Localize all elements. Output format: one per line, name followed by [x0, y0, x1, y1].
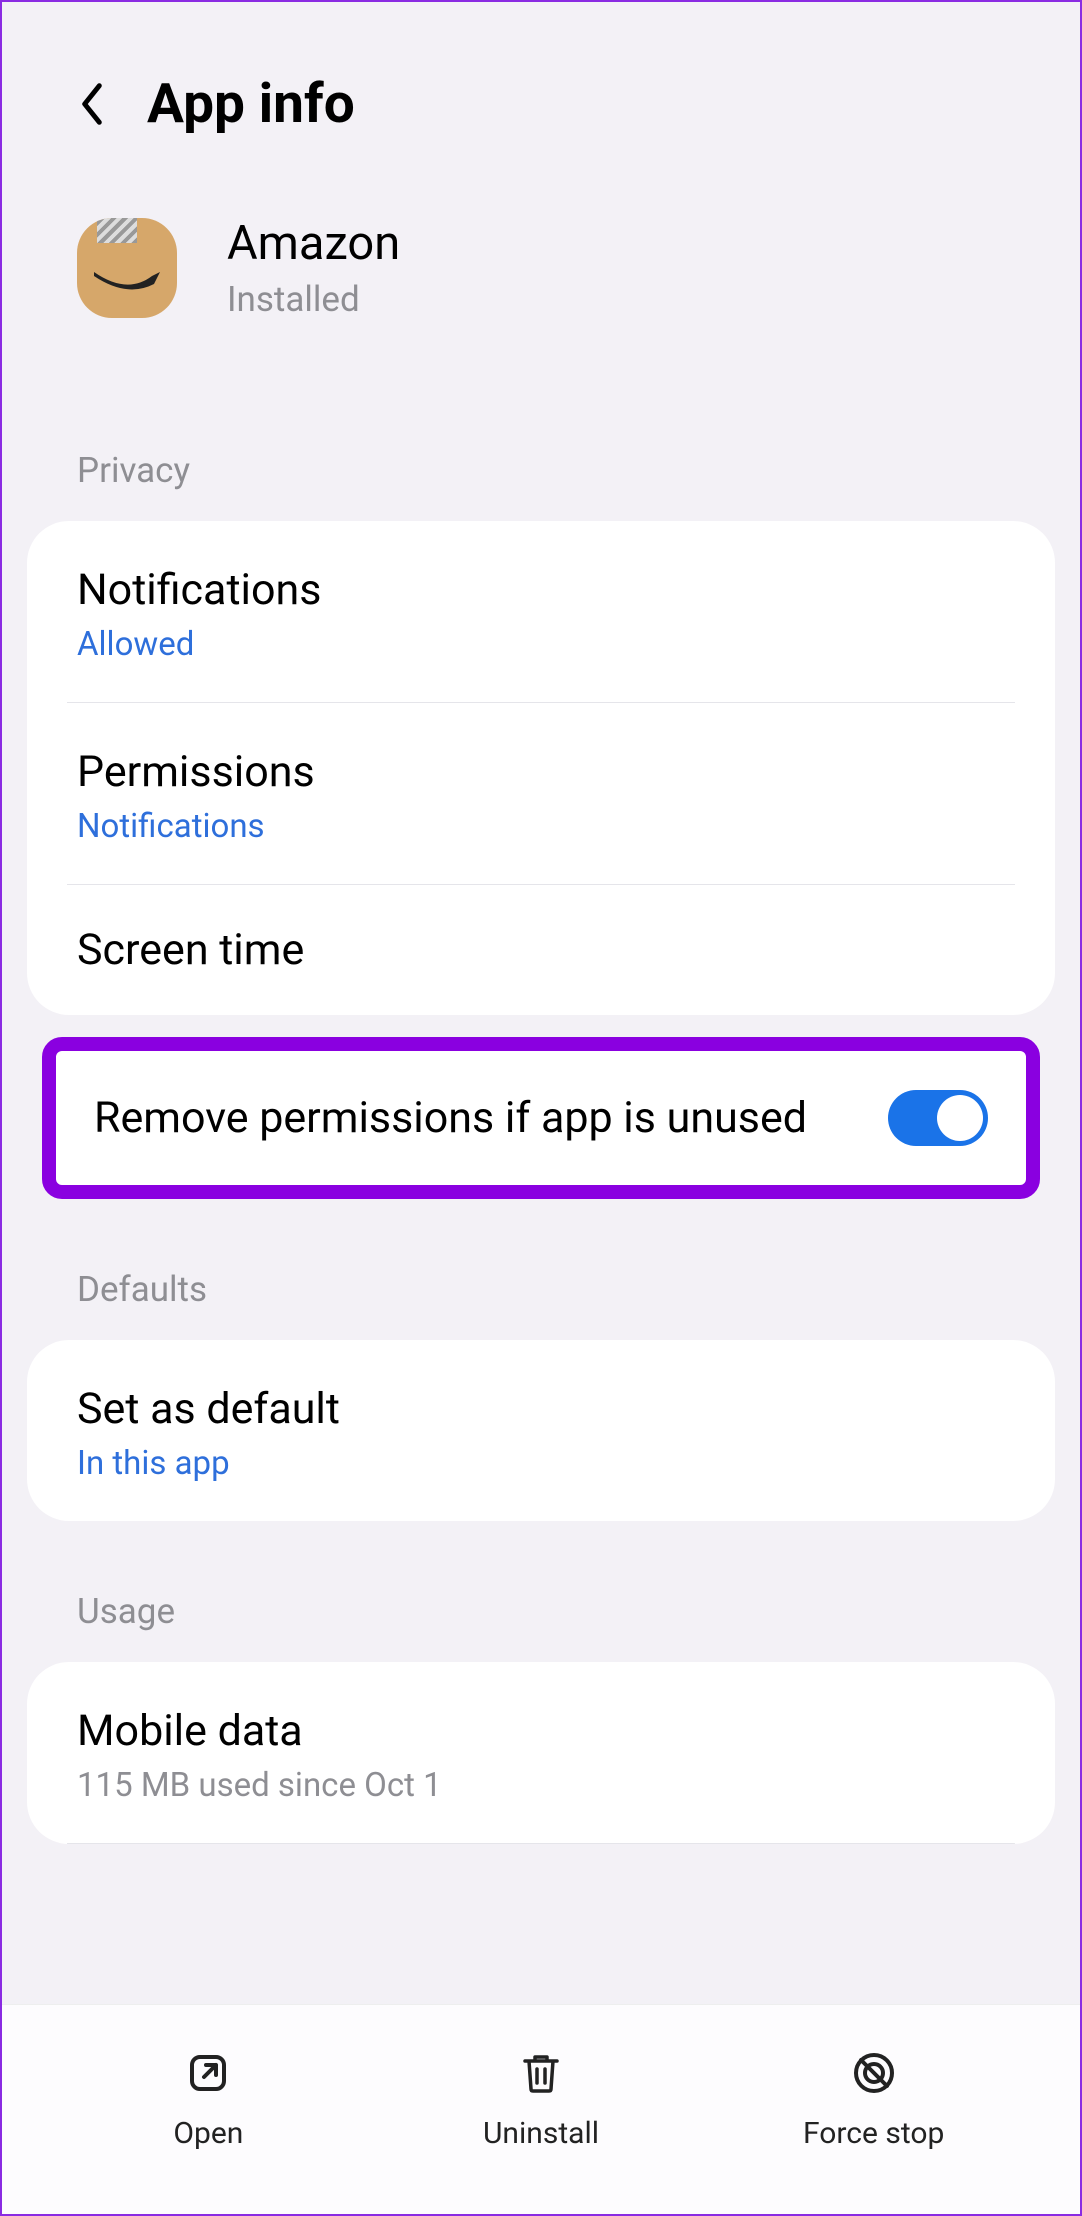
app-name: Amazon — [227, 216, 400, 271]
notifications-item[interactable]: Notifications Allowed — [27, 521, 1055, 702]
app-status: Installed — [227, 279, 400, 320]
usage-card: Mobile data 115 MB used since Oct 1 — [27, 1662, 1055, 1844]
uninstall-label: Uninstall — [483, 2116, 599, 2151]
header: App info — [2, 2, 1080, 186]
set-default-title: Set as default — [77, 1384, 1005, 1434]
defaults-card: Set as default In this app — [27, 1340, 1055, 1521]
mobile-data-item[interactable]: Mobile data 115 MB used since Oct 1 — [27, 1662, 1055, 1843]
app-title-wrap: Amazon Installed — [227, 216, 400, 320]
force-stop-button[interactable]: Force stop — [707, 2048, 1040, 2151]
section-header-usage: Usage — [2, 1521, 1080, 1662]
permissions-title: Permissions — [77, 747, 1005, 797]
set-default-sub: In this app — [77, 1444, 1005, 1483]
section-header-privacy: Privacy — [2, 380, 1080, 521]
notifications-title: Notifications — [77, 565, 1005, 615]
screen-time-item[interactable]: Screen time — [27, 885, 1055, 1015]
app-header: Amazon Installed — [2, 186, 1080, 380]
permissions-sub: Notifications — [77, 807, 1005, 846]
chevron-left-icon — [76, 82, 108, 126]
section-header-defaults: Defaults — [2, 1199, 1080, 1340]
remove-permissions-item[interactable]: Remove permissions if app is unused — [42, 1037, 1040, 1199]
privacy-card: Notifications Allowed Permissions Notifi… — [27, 521, 1055, 1015]
uninstall-button[interactable]: Uninstall — [375, 2048, 708, 2151]
set-default-item[interactable]: Set as default In this app — [27, 1340, 1055, 1521]
notifications-sub: Allowed — [77, 625, 1005, 664]
open-label: Open — [173, 2116, 243, 2151]
amazon-smile-icon — [92, 270, 162, 290]
open-button[interactable]: Open — [42, 2048, 375, 2151]
remove-permissions-toggle[interactable] — [888, 1090, 988, 1146]
remove-permissions-title: Remove permissions if app is unused — [94, 1089, 888, 1147]
open-icon — [183, 2048, 233, 2098]
app-icon — [77, 218, 177, 318]
toggle-knob — [937, 1095, 983, 1141]
mobile-data-title: Mobile data — [77, 1706, 1005, 1756]
divider — [67, 1843, 1015, 1844]
page-title: App info — [147, 72, 355, 136]
screen-time-title: Screen time — [77, 925, 1005, 975]
permissions-item[interactable]: Permissions Notifications — [27, 703, 1055, 884]
stop-icon — [849, 2048, 899, 2098]
force-stop-label: Force stop — [803, 2116, 944, 2151]
bottom-bar: Open Uninstall Force stop — [2, 2004, 1080, 2214]
trash-icon — [516, 2048, 566, 2098]
back-button[interactable] — [72, 84, 112, 124]
mobile-data-sub: 115 MB used since Oct 1 — [77, 1766, 1005, 1805]
